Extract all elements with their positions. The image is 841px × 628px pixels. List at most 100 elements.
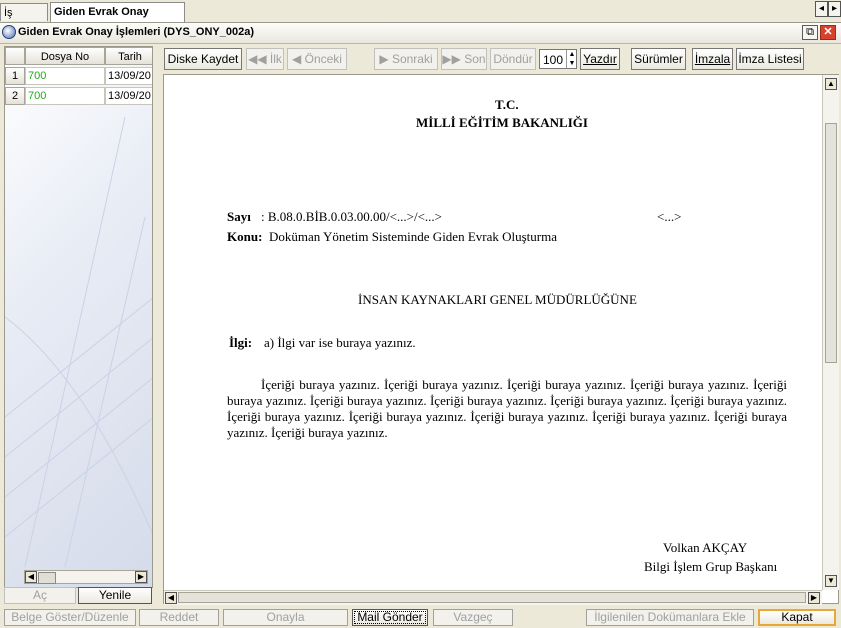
chevron-right-icon: ▶ [137, 572, 145, 581]
onayla-button[interactable]: Onayla [223, 609, 348, 626]
onceki-button[interactable]: ◀ Önceki [287, 48, 347, 70]
zoom-up-icon[interactable]: ▲ [566, 50, 577, 59]
button-label: Kapat [781, 610, 813, 624]
scroll-thumb[interactable] [178, 592, 806, 603]
zoom-stepper[interactable]: 100 ▲ ▼ [539, 49, 577, 69]
kapat-button[interactable]: Kapat [758, 609, 836, 626]
tab-is-listesi[interactable]: İş Listesi [0, 3, 48, 37]
app-icon [2, 25, 16, 39]
doc-sayi-value: : B.08.0.BİB.0.03.00.00/<...>/<...> [261, 209, 443, 224]
viewer-horizontal-scrollbar[interactable]: ◀ ▶ [164, 590, 822, 605]
mail-gonder-button[interactable]: Mail Gönder [352, 609, 428, 626]
dosya-list-panel: Dosya No Tarih 1 700 13/09/20 2 700 13/0… [4, 46, 153, 588]
button-label: Reddet [159, 610, 199, 624]
tab-scroll-left-button[interactable]: ◂ [815, 1, 828, 17]
doc-ilgi-label: İlgi: [229, 335, 253, 350]
button-label: Diske Kaydet [167, 52, 239, 66]
restore-icon: ⧉ [806, 26, 814, 38]
button-label: İmzala [694, 52, 731, 66]
column-header-label: Tarih [118, 51, 142, 63]
doc-sayi-date: <...> [657, 209, 682, 224]
chevron-left-icon: ◀ [27, 572, 35, 581]
dondur-button[interactable]: Döndür [490, 48, 536, 70]
imza-listesi-button[interactable]: İmza Listesi [736, 48, 804, 70]
button-label: İlk [269, 52, 282, 66]
button-label: Sonraki [391, 52, 433, 66]
next-icon: ▶ [379, 52, 389, 66]
cell-dosya-no[interactable]: 700 [25, 67, 105, 85]
doc-signer-name: Volkan AKÇAY [663, 540, 748, 555]
scroll-thumb[interactable] [825, 123, 837, 363]
belge-goster-duzenle-button[interactable]: Belge Göster/Düzenle [4, 609, 136, 626]
window-title: Giden Evrak Onay İşlemleri (DYS_ONY_002a… [18, 26, 255, 38]
ilk-button[interactable]: ◀◀ İlk [246, 48, 284, 70]
button-label: Belge Göster/Düzenle [11, 610, 129, 624]
vazgec-button[interactable]: Vazgeç [433, 609, 513, 626]
sonraki-button[interactable]: ▶ Sonraki [374, 48, 438, 70]
viewer-vertical-scrollbar[interactable]: ▲ ▼ [822, 75, 839, 590]
imzala-button[interactable]: İmzala [692, 48, 733, 70]
zoom-down-icon[interactable]: ▼ [566, 59, 577, 68]
cell-tarih[interactable]: 13/09/20 [105, 87, 152, 105]
doc-konu-value: Doküman Yönetim Sisteminde Giden Evrak O… [269, 229, 557, 244]
son-button[interactable]: ▶▶ Son [441, 48, 487, 70]
window-title-bar: Giden Evrak Onay İşlemleri (DYS_ONY_002a… [0, 23, 841, 44]
last-page-icon: ▶▶ [442, 52, 461, 66]
diske-kaydet-button[interactable]: Diske Kaydet [164, 48, 242, 70]
surumler-button[interactable]: Sürümler [631, 48, 686, 70]
tab-strip: İş Listesi Giden Evrak Onay İşlemleri ◂ … [0, 0, 841, 37]
button-label: Aç [32, 588, 47, 602]
scroll-up-button[interactable]: ▲ [825, 78, 837, 90]
tab-giden-evrak-onay[interactable]: Giden Evrak Onay İşlemleri [50, 2, 185, 36]
cell-dosya-no[interactable]: 700 [25, 87, 105, 105]
scroll-right-button[interactable]: ▶ [808, 592, 820, 604]
doc-signer-title: Bilgi İşlem Grup Başkanı [644, 559, 778, 574]
close-button[interactable]: ✕ [820, 25, 836, 40]
doc-recipient: İNSAN KAYNAKLARI GENEL MÜDÜRLÜĞÜNE [358, 292, 637, 307]
chevron-down-icon: ▼ [827, 576, 835, 585]
chevron-left-icon: ◀ [167, 593, 175, 602]
yazdir-button[interactable]: Yazdır [580, 48, 620, 70]
button-label: Mail Gönder [357, 610, 423, 624]
column-header-tarih[interactable]: Tarih [105, 47, 152, 65]
ac-button[interactable]: Aç [4, 587, 76, 604]
doc-header-ministry: MİLLİ EĞİTİM BAKANLIĞI [416, 115, 588, 130]
row-header-corner [5, 47, 25, 65]
doc-ilgi-value: a) İlgi var ise buraya yazınız. [264, 335, 416, 350]
doc-konu-label: Konu: [227, 229, 263, 244]
button-label: Onayla [266, 610, 305, 624]
ilgilenilen-dokumanlara-ekle-button[interactable]: İlgilenilen Dokümanlara Ekle [586, 609, 754, 626]
button-label: Önceki [304, 52, 342, 66]
doc-sayi-label: Sayı [227, 209, 251, 224]
button-label: Son [464, 52, 486, 66]
button-label: Yazdır [583, 52, 617, 66]
column-header-label: Dosya No [40, 51, 90, 63]
background-graphic [5, 117, 152, 567]
button-label: Yenile [98, 588, 132, 602]
previous-icon: ◀ [292, 52, 302, 66]
button-label: İlgilenilen Dokümanlara Ekle [594, 610, 746, 624]
scroll-right-button[interactable]: ▶ [135, 571, 147, 583]
chevron-right-icon: ▶ [810, 593, 818, 602]
yenile-button[interactable]: Yenile [78, 587, 152, 604]
scroll-left-button[interactable]: ◀ [165, 592, 177, 604]
column-header-dosya-no[interactable]: Dosya No [25, 47, 105, 65]
zoom-value: 100 [543, 53, 564, 67]
doc-header-tc: T.C. [495, 97, 519, 112]
restore-button[interactable]: ⧉ [802, 25, 818, 40]
doc-body-paragraph: İçeriği buraya yazınız. İçeriği buraya y… [227, 377, 787, 440]
reddet-button[interactable]: Reddet [139, 609, 219, 626]
tab-scroll-right-button[interactable]: ▸ [828, 1, 841, 17]
row-number: 1 [5, 67, 25, 85]
chevron-right-icon: ▸ [831, 3, 838, 14]
scroll-thumb[interactable] [38, 572, 56, 584]
button-label: Vazgeç [453, 610, 493, 624]
left-horizontal-scrollbar[interactable]: ◀ ▶ [24, 570, 148, 584]
cell-tarih[interactable]: 13/09/20 [105, 67, 152, 85]
first-page-icon: ◀◀ [248, 52, 267, 66]
scroll-down-button[interactable]: ▼ [825, 575, 837, 587]
button-label: İmza Listesi [738, 52, 802, 66]
scroll-left-button[interactable]: ◀ [25, 571, 37, 583]
button-label: Döndür [493, 52, 533, 66]
close-icon: ✕ [823, 26, 833, 38]
